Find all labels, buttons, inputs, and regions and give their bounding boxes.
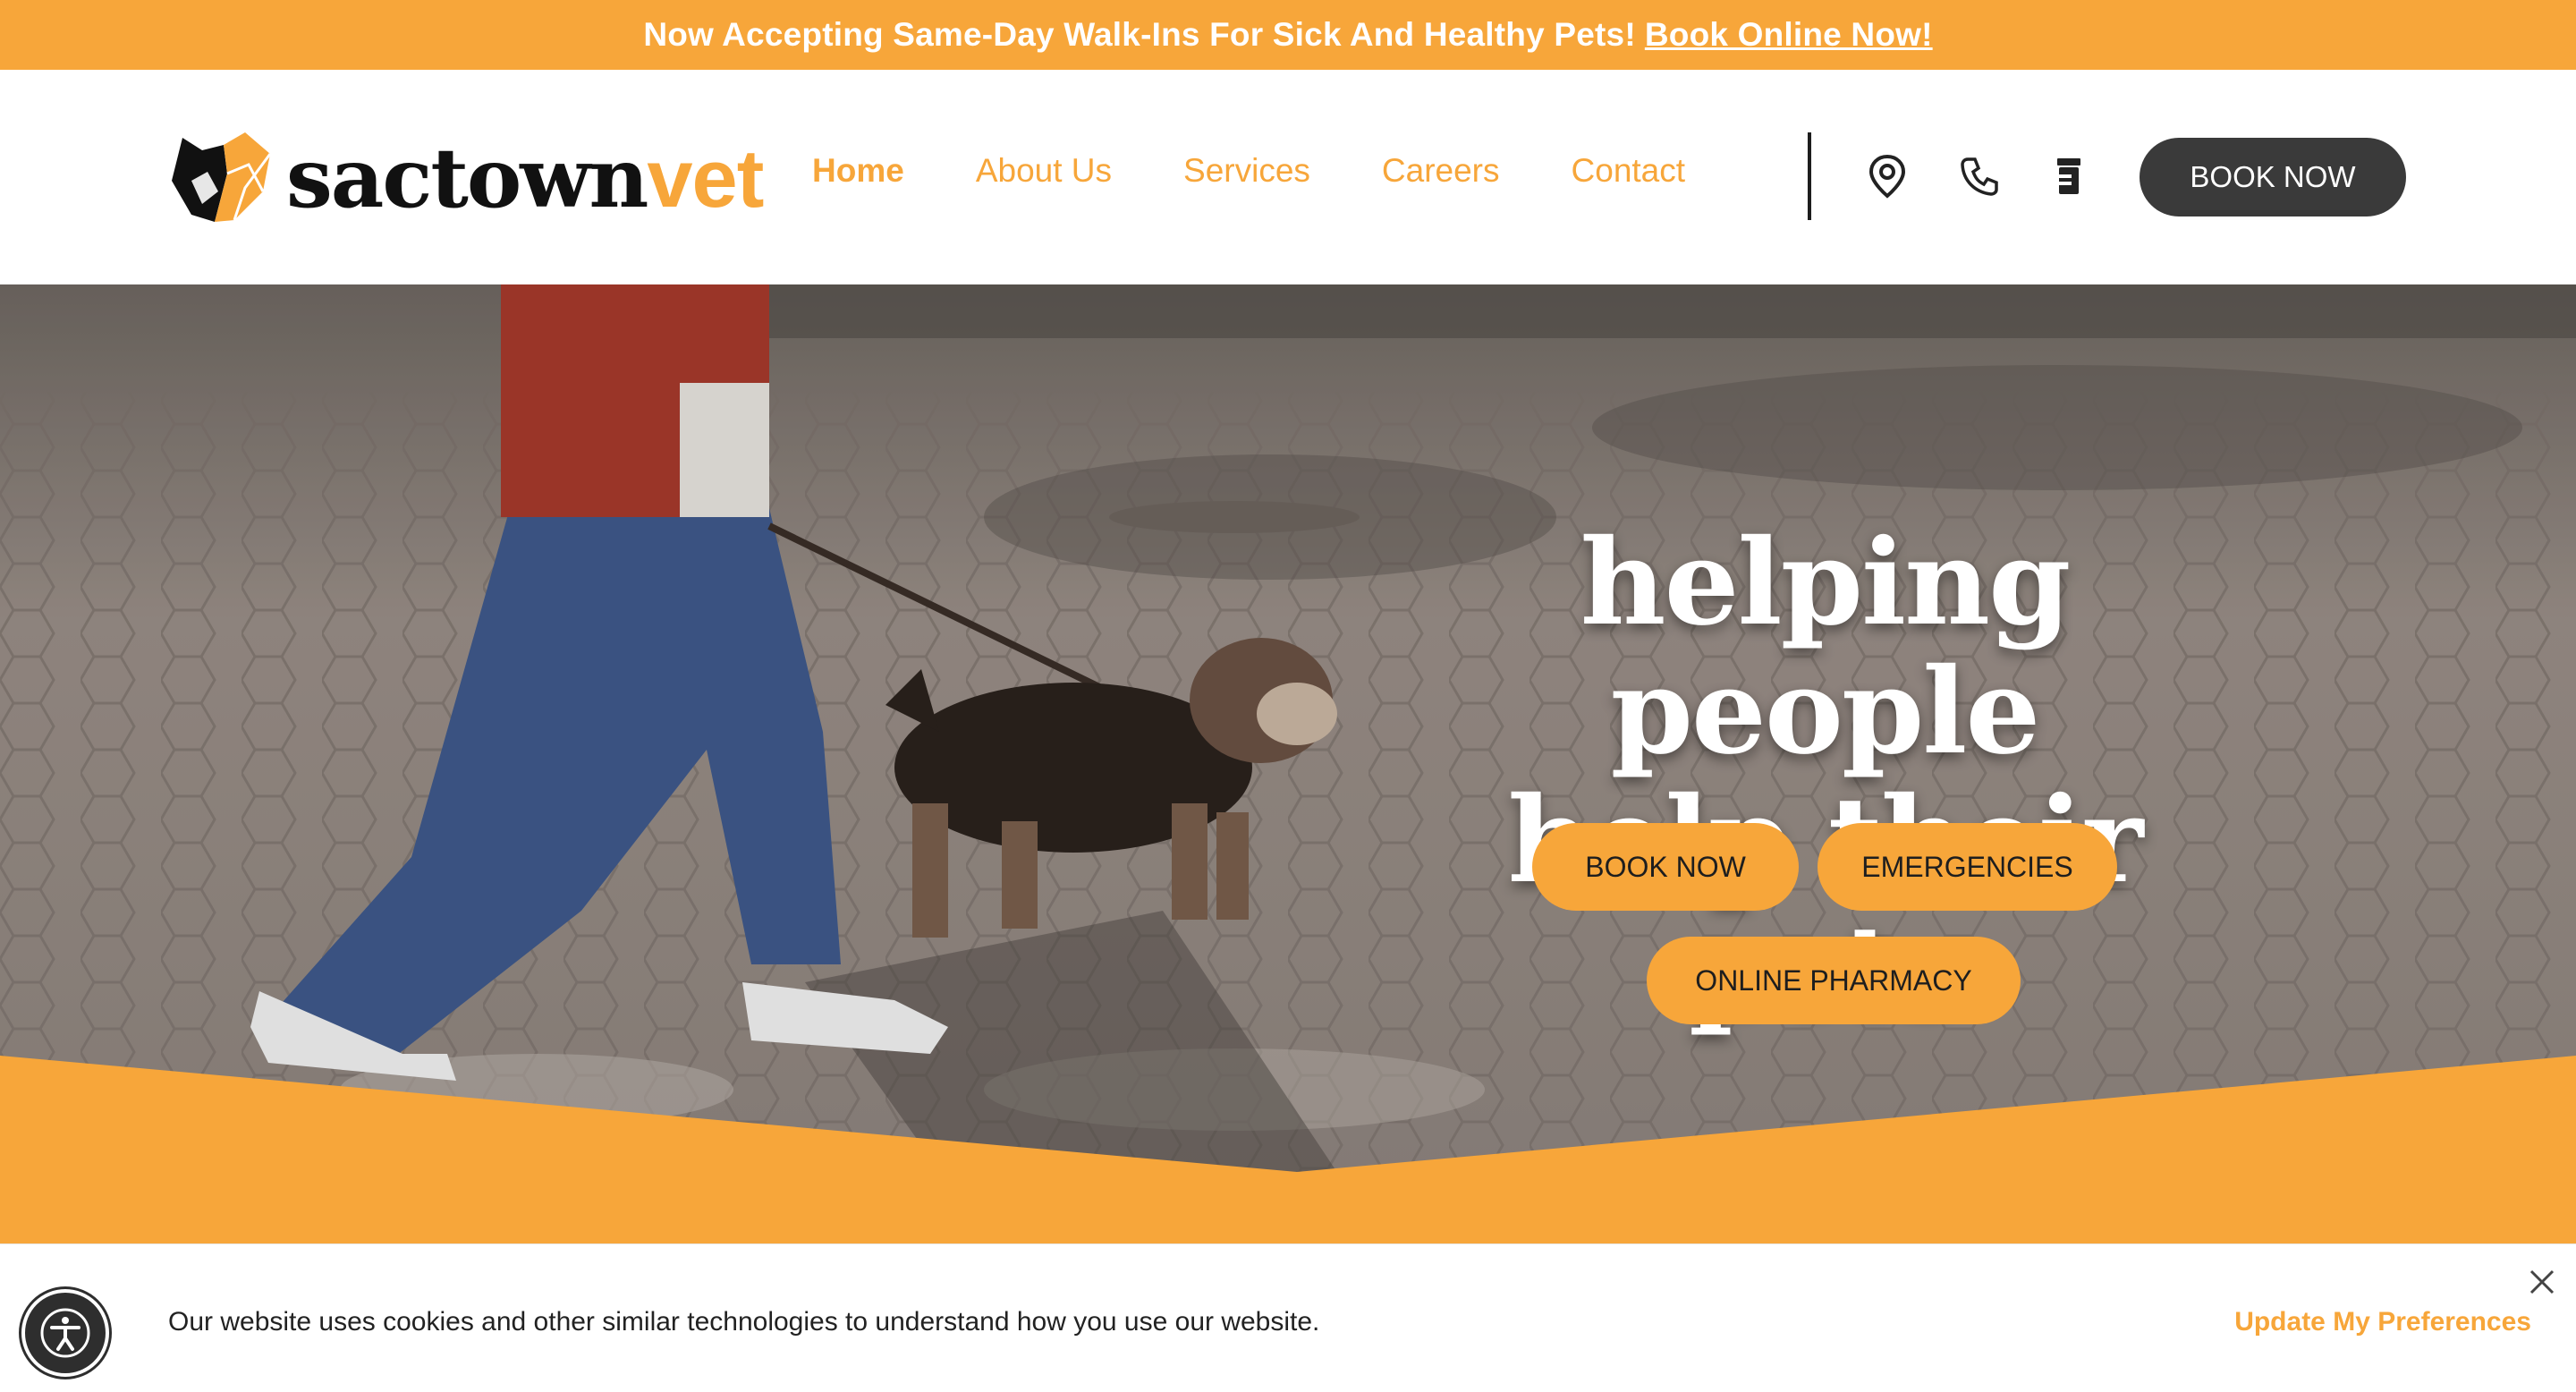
- update-preferences-link[interactable]: Update My Preferences: [2234, 1307, 2531, 1337]
- phone-icon[interactable]: [1957, 154, 2002, 199]
- nav-contact[interactable]: Contact: [1572, 152, 1686, 190]
- site-header: sactownvet Home About Us Services Career…: [0, 70, 2576, 284]
- hero-section: helping people help their pets BOOK NOW …: [0, 284, 2576, 1243]
- logo-text-sactown: sactown: [286, 129, 648, 226]
- nav-services[interactable]: Services: [1183, 152, 1310, 190]
- main-nav: Home About Us Services Careers Contact: [812, 152, 1757, 190]
- header-divider: [1808, 132, 1811, 220]
- map-pin-icon[interactable]: [1865, 154, 1910, 199]
- cookie-message: Our website uses cookies and other simil…: [168, 1307, 1320, 1337]
- header-book-now-button[interactable]: BOOK NOW: [2140, 138, 2406, 216]
- accessibility-icon: [40, 1308, 90, 1358]
- pharmacy-icon[interactable]: [2046, 154, 2091, 199]
- logo-mark-icon: [172, 132, 272, 222]
- close-icon[interactable]: [2526, 1266, 2558, 1298]
- nav-about-us[interactable]: About Us: [976, 152, 1112, 190]
- hero-headline-line1: helping people: [1580, 514, 2072, 781]
- hero-book-now-button[interactable]: BOOK NOW: [1532, 823, 1799, 911]
- nav-careers[interactable]: Careers: [1382, 152, 1500, 190]
- cookie-banner: Our website uses cookies and other simil…: [0, 1243, 2576, 1392]
- accessibility-button[interactable]: [21, 1289, 109, 1377]
- nav-home[interactable]: Home: [812, 152, 904, 190]
- logo-text: sactownvet: [286, 137, 764, 220]
- hero-bottom-wave: [0, 1056, 2576, 1243]
- announcement-book-online-link[interactable]: Book Online Now!: [1645, 16, 1933, 54]
- announcement-bar: Now Accepting Same-Day Walk-Ins For Sick…: [0, 0, 2576, 70]
- logo[interactable]: sactownvet: [166, 129, 764, 227]
- hero-online-pharmacy-button[interactable]: ONLINE PHARMACY: [1647, 937, 2021, 1024]
- announcement-text: Now Accepting Same-Day Walk-Ins For Sick…: [643, 16, 1636, 53]
- logo-text-vet: vet: [647, 132, 764, 225]
- hero-emergencies-button[interactable]: EMERGENCIES: [1818, 823, 2117, 911]
